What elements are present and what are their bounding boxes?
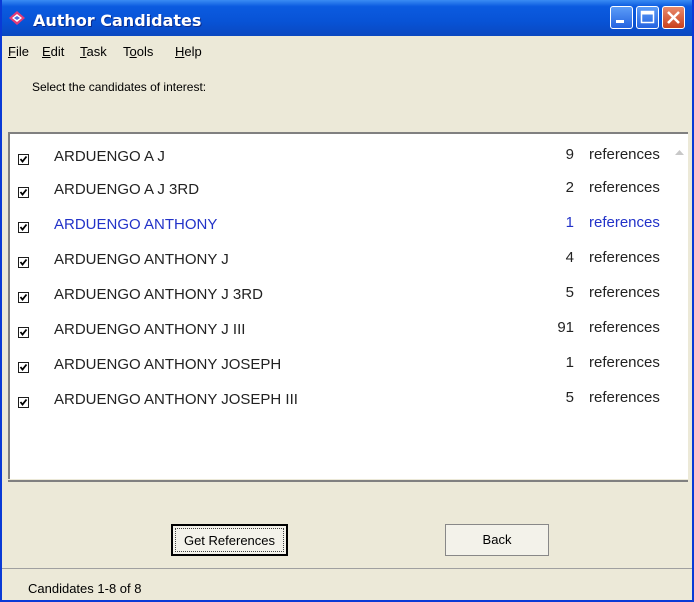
reference-label: references xyxy=(589,354,660,371)
reference-label: references xyxy=(589,249,660,266)
candidate-name: ARDUENGO ANTHONY J xyxy=(54,251,229,268)
reference-count: 2 xyxy=(565,179,574,196)
menu-task[interactable]: Task xyxy=(80,44,107,59)
menu-tools[interactable]: Tools xyxy=(123,44,153,59)
reference-label: references xyxy=(589,389,660,406)
candidate-name: ARDUENGO ANTHONY J III xyxy=(54,321,246,338)
check-icon xyxy=(19,293,28,301)
minimize-icon xyxy=(616,20,624,23)
candidate-name: ARDUENGO A J 3RD xyxy=(54,181,200,198)
reference-label: references xyxy=(589,284,660,301)
candidate-checkbox[interactable] xyxy=(18,397,29,408)
menu-help[interactable]: Help xyxy=(175,44,202,59)
menu-file[interactable]: File xyxy=(8,44,29,59)
candidate-checkbox[interactable] xyxy=(18,362,29,373)
reference-label: references xyxy=(589,146,660,163)
candidate-checkbox[interactable] xyxy=(18,292,29,303)
check-icon xyxy=(19,363,28,371)
reference-count: 4 xyxy=(565,249,574,266)
back-button[interactable]: Back xyxy=(445,524,549,556)
candidate-name: ARDUENGO A J xyxy=(54,148,165,165)
candidate-checkbox[interactable] xyxy=(18,257,29,268)
reference-count: 9 xyxy=(565,146,574,163)
reference-label: references xyxy=(589,214,660,231)
get-references-button[interactable]: Get References xyxy=(171,524,288,556)
check-icon xyxy=(19,258,28,266)
check-icon xyxy=(19,223,28,231)
candidate-name: ARDUENGO ANTHONY xyxy=(54,216,218,233)
candidate-checkbox[interactable] xyxy=(18,187,29,198)
check-icon xyxy=(19,328,28,336)
candidate-row[interactable]: ARDUENGO ANTHONY JOSEPH 1 references xyxy=(10,346,668,379)
scroll-up-icon[interactable] xyxy=(671,144,688,161)
candidate-row[interactable]: ARDUENGO A J 9 references xyxy=(10,138,668,171)
candidate-list[interactable]: ARDUENGO A J 9 references ARDUENGO A J 3… xyxy=(8,132,688,487)
candidate-checkbox[interactable] xyxy=(18,222,29,233)
author-candidates-window: Author Candidates File Edit Task Tools H… xyxy=(0,0,694,602)
button-panel: Get References Back xyxy=(8,480,688,566)
candidate-checkbox[interactable] xyxy=(18,327,29,338)
title-bar[interactable]: Author Candidates xyxy=(2,0,692,36)
reference-label: references xyxy=(589,319,660,336)
candidate-row[interactable]: ARDUENGO ANTHONY JOSEPH III 5 references xyxy=(10,381,668,414)
reference-count: 91 xyxy=(557,319,574,336)
candidate-row[interactable]: ARDUENGO ANTHONY J 4 references xyxy=(10,241,668,274)
reference-count: 5 xyxy=(565,389,574,406)
list-scrollbar[interactable] xyxy=(671,134,688,487)
status-bar: Candidates 1-8 of 8 xyxy=(2,568,692,600)
check-icon xyxy=(19,155,28,163)
candidate-checkbox[interactable] xyxy=(18,154,29,165)
instruction-text: Select the candidates of interest: xyxy=(32,80,207,94)
app-icon xyxy=(9,11,25,25)
menu-edit[interactable]: Edit xyxy=(42,44,64,59)
check-icon xyxy=(19,188,28,196)
candidate-row[interactable]: ARDUENGO ANTHONY J 3RD 5 references xyxy=(10,276,668,309)
status-text: Candidates 1-8 of 8 xyxy=(28,581,142,596)
candidate-name: ARDUENGO ANTHONY JOSEPH xyxy=(54,356,282,373)
reference-count: 5 xyxy=(565,284,574,301)
reference-count: 1 xyxy=(565,214,574,231)
reference-count: 1 xyxy=(565,354,574,371)
maximize-icon xyxy=(640,10,655,24)
close-button[interactable] xyxy=(662,6,685,29)
candidate-row[interactable]: ARDUENGO A J 3RD 2 references xyxy=(10,171,668,204)
reference-label: references xyxy=(589,179,660,196)
candidate-name: ARDUENGO ANTHONY JOSEPH III xyxy=(54,391,298,408)
window-title: Author Candidates xyxy=(33,11,202,30)
candidate-name: ARDUENGO ANTHONY J 3RD xyxy=(54,286,263,303)
check-icon xyxy=(19,398,28,406)
minimize-button[interactable] xyxy=(610,6,633,29)
maximize-button[interactable] xyxy=(636,6,659,29)
candidate-row[interactable]: ARDUENGO ANTHONY J III 91 references xyxy=(10,311,668,344)
candidate-row[interactable]: ARDUENGO ANTHONY 1 references xyxy=(10,206,668,239)
close-icon xyxy=(667,11,680,24)
